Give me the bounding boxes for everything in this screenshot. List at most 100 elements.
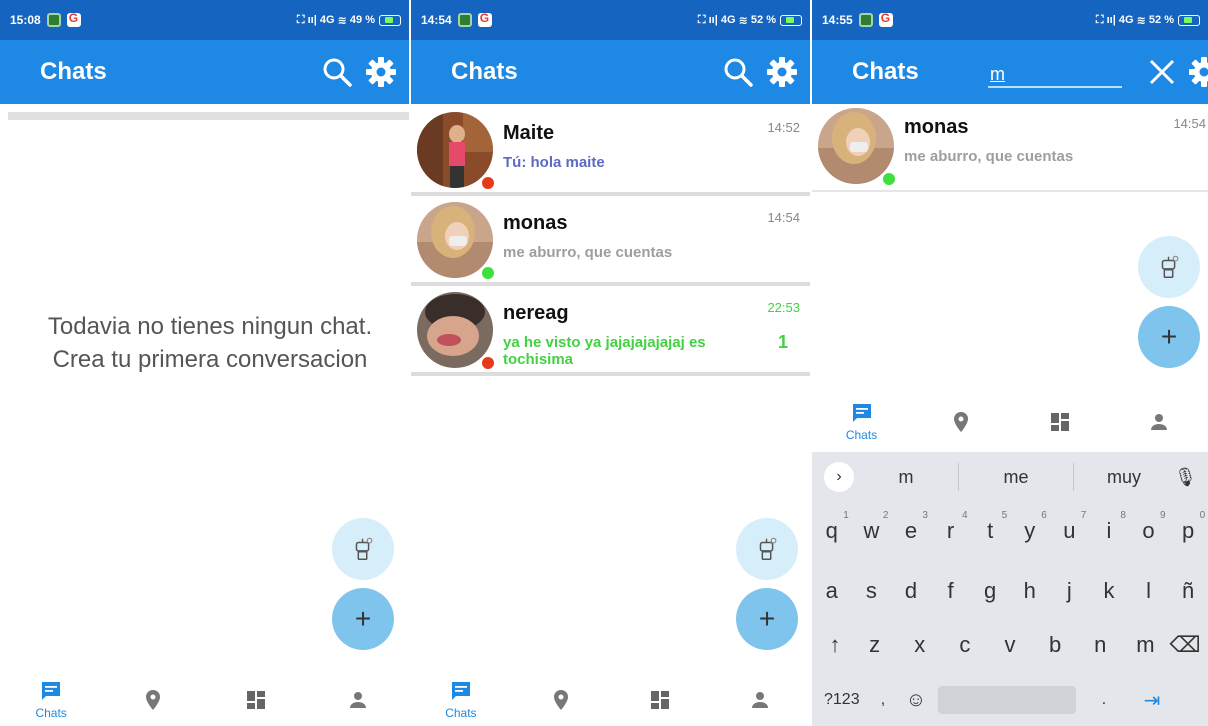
key-k[interactable]: k xyxy=(1092,578,1126,604)
nav-chats[interactable]: Chats xyxy=(0,674,102,726)
key-q[interactable]: q1 xyxy=(815,510,849,544)
expand-suggestions-button[interactable]: › xyxy=(824,462,854,492)
key-e[interactable]: e3 xyxy=(894,510,928,544)
notification-icon xyxy=(46,13,61,27)
nav-map[interactable] xyxy=(911,396,1010,448)
key-ñ[interactable]: ñ xyxy=(1171,578,1205,604)
comma-key[interactable]: , xyxy=(868,691,898,709)
key-w[interactable]: w2 xyxy=(854,510,888,544)
emoji-icon[interactable]: ☺ xyxy=(898,689,934,712)
nav-profile[interactable] xyxy=(1109,396,1208,448)
bottom-nav: Chats xyxy=(411,674,810,726)
chat-row-monas[interactable]: monas me aburro, que cuentas 14:54 xyxy=(411,198,810,286)
suggestion[interactable]: muy xyxy=(1074,467,1174,488)
key-o[interactable]: o9 xyxy=(1132,510,1165,544)
app-bar: Chats xyxy=(0,40,409,104)
key-u[interactable]: u7 xyxy=(1052,510,1086,544)
key-x[interactable]: x xyxy=(903,632,937,658)
key-s[interactable]: s xyxy=(854,578,888,604)
nav-map[interactable] xyxy=(102,674,204,726)
avatar xyxy=(417,292,493,368)
search-icon[interactable] xyxy=(321,56,353,88)
battery-percent: 52 % xyxy=(1148,14,1174,26)
google-icon xyxy=(878,11,893,27)
screen-chat-list: 14:54 ⛶ ıı| 4G ≋ 52 % Chats Maite Tú: ho… xyxy=(411,0,810,726)
nav-chats-label: Chats xyxy=(845,428,878,442)
suggestion[interactable]: m xyxy=(854,467,958,488)
key-d[interactable]: d xyxy=(894,578,928,604)
close-icon[interactable] xyxy=(1146,56,1178,88)
nav-chats[interactable]: Chats xyxy=(812,396,911,448)
key-b[interactable]: b xyxy=(1038,632,1072,658)
nav-profile[interactable] xyxy=(307,674,409,726)
soft-keyboard: › m me muy 🎙︎ q1w2e3r4t5y6u7i8o9p0 asdfg… xyxy=(812,452,1208,726)
bot-button[interactable] xyxy=(1138,236,1200,298)
person-icon xyxy=(349,692,366,708)
nav-dashboard[interactable] xyxy=(205,674,307,726)
chat-row-maite[interactable]: Maite Tú: hola maite 14:52 xyxy=(411,108,810,196)
key-r[interactable]: r4 xyxy=(934,510,968,544)
chat-row-nereag[interactable]: nereag ya he visto ya jajajajajajaj es t… xyxy=(411,288,810,376)
key-l[interactable]: l xyxy=(1132,578,1166,604)
robot-icon xyxy=(759,537,777,561)
period-key[interactable]: . xyxy=(1076,691,1132,709)
wifi-icon: ≋ xyxy=(337,14,347,27)
key-digit-hint: 6 xyxy=(1041,510,1047,521)
chat-icon xyxy=(852,404,871,422)
backspace-key[interactable]: ⌫ xyxy=(1168,632,1202,658)
microphone-icon[interactable]: 🎙︎ xyxy=(1174,467,1197,488)
status-bar: 15:08 ⛶ ıı| 4G ≋ 49 % xyxy=(0,0,409,40)
key-z[interactable]: z xyxy=(858,632,892,658)
gear-icon[interactable] xyxy=(365,56,397,88)
space-key[interactable] xyxy=(938,686,1076,714)
new-chat-button[interactable]: + xyxy=(332,588,394,650)
signal-icon: ⛶ ıı| xyxy=(697,13,718,26)
new-chat-button[interactable]: + xyxy=(1138,306,1200,368)
key-g[interactable]: g xyxy=(973,578,1007,604)
chevron-right-icon: › xyxy=(836,468,842,485)
nav-dashboard[interactable] xyxy=(611,674,711,726)
suggestion[interactable]: me xyxy=(959,467,1073,488)
network-type: 4G xyxy=(1118,14,1134,26)
key-j[interactable]: j xyxy=(1052,578,1086,604)
notification-icon xyxy=(457,13,472,27)
wifi-icon: ≋ xyxy=(1136,14,1146,27)
avatar xyxy=(818,108,894,184)
key-v[interactable]: v xyxy=(993,632,1027,658)
key-digit-hint: 2 xyxy=(882,510,889,521)
symbols-key[interactable]: ?123 xyxy=(824,691,868,709)
bottom-nav: Chats xyxy=(0,674,409,726)
search-icon[interactable] xyxy=(722,56,754,88)
bot-button[interactable] xyxy=(736,518,798,580)
chat-row-monas[interactable]: monas me aburro, que cuentas 14:54 xyxy=(812,104,1208,192)
nav-profile[interactable] xyxy=(710,674,810,726)
chat-icon xyxy=(451,682,470,700)
keyboard-row-4: ?123 , ☺ . ⇥ xyxy=(812,686,1208,714)
key-n[interactable]: n xyxy=(1083,632,1117,658)
status-time: 15:08 xyxy=(10,13,41,27)
key-h[interactable]: h xyxy=(1013,578,1047,604)
key-f[interactable]: f xyxy=(934,578,968,604)
search-input[interactable]: m xyxy=(990,64,1005,85)
key-t[interactable]: t5 xyxy=(973,510,1007,544)
chat-last-message: me aburro, que cuentas xyxy=(904,148,1074,165)
nav-map[interactable] xyxy=(511,674,611,726)
key-a[interactable]: a xyxy=(815,578,849,604)
gear-icon[interactable] xyxy=(1188,56,1208,88)
key-i[interactable]: i8 xyxy=(1092,510,1126,544)
nav-chats[interactable]: Chats xyxy=(411,674,511,726)
nav-dashboard[interactable] xyxy=(1010,396,1109,448)
key-m[interactable]: m xyxy=(1128,632,1162,658)
bot-button[interactable] xyxy=(332,518,394,580)
key-p[interactable]: p0 xyxy=(1171,510,1205,544)
plus-icon: + xyxy=(354,603,372,634)
new-chat-button[interactable]: + xyxy=(736,588,798,650)
gear-icon[interactable] xyxy=(766,56,798,88)
signal-icon: ⛶ ıı| xyxy=(1095,13,1116,26)
dashboard-icon xyxy=(651,691,670,709)
suggestion-bar: › m me muy 🎙︎ xyxy=(812,452,1208,502)
enter-key[interactable]: ⇥ xyxy=(1132,688,1172,713)
key-c[interactable]: c xyxy=(948,632,982,658)
shift-key[interactable]: ↑ xyxy=(818,632,852,658)
key-y[interactable]: y6 xyxy=(1013,510,1047,544)
